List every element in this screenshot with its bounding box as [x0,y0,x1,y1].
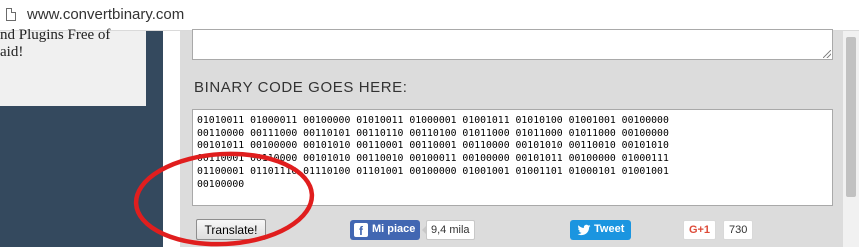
google-plus-count: 730 [723,220,754,240]
tweet-button[interactable]: Tweet [570,220,631,240]
sidebar-promo-line-1: nd Plugins Free of [0,27,111,43]
scrollbar-thumb[interactable] [846,37,856,197]
sidebar-promo-line-2: aid! [0,44,24,60]
facebook-like-label: Mi piace [372,223,416,235]
main-panel: BINARY CODE GOES HERE: 01010011 01000011… [180,29,859,247]
facebook-logo-icon: f [354,223,368,238]
address-bar[interactable]: www.convertbinary.com [0,0,859,31]
tweet-label: Tweet [594,223,625,235]
facebook-like-button[interactable]: f Mi piace [350,220,420,240]
twitter-bird-icon [577,224,591,236]
section-title: BINARY CODE GOES HERE: [194,79,408,96]
google-plus-button[interactable]: G+1 [683,220,716,240]
sidebar-promo-box: nd Plugins Free of aid! [0,27,146,106]
binary-code-textarea[interactable]: 01010011 01000011 00100000 01010011 0100… [192,109,833,206]
translate-button[interactable]: Translate! [196,219,266,240]
facebook-like-count: 9,4 mila [422,220,475,240]
sidebar: nd Plugins Free of aid! [0,27,163,247]
text-input-area[interactable] [192,29,833,60]
page-icon [6,8,16,21]
resize-grip-icon[interactable] [823,50,831,58]
url-text[interactable]: www.convertbinary.com [27,6,184,23]
